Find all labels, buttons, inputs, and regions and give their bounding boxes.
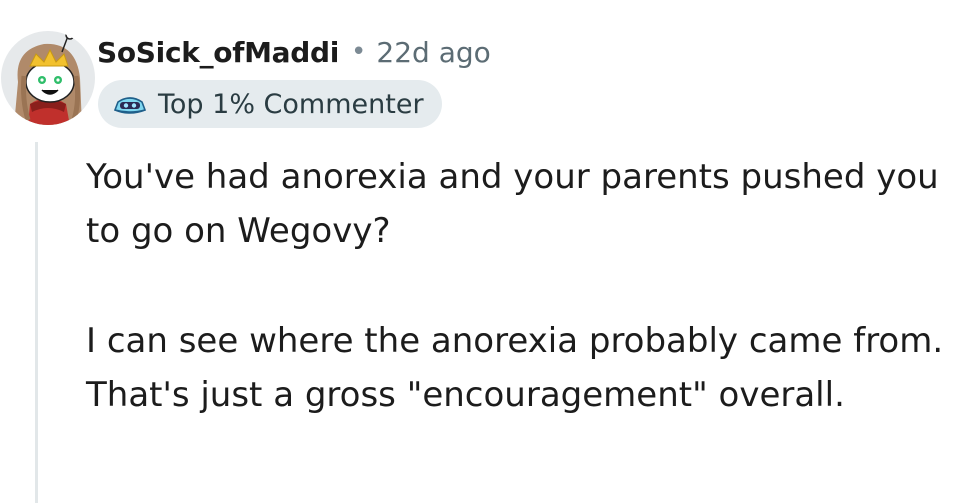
meta-separator: •	[351, 37, 367, 67]
comment: SoSick_ofMaddi • 22d ago Top 1% Commente…	[0, 0, 958, 503]
snoo-avatar-icon[interactable]	[0, 30, 96, 126]
comment-paragraph: You've had anorexia and your parents pus…	[86, 157, 939, 251]
comment-paragraph: I can see where the anorexia probably ca…	[86, 321, 944, 415]
flair-label: Top 1% Commenter	[158, 88, 424, 120]
comment-body: You've had anorexia and your parents pus…	[86, 150, 946, 422]
user-flair-badge[interactable]: Top 1% Commenter	[98, 80, 442, 128]
comment-header: SoSick_ofMaddi • 22d ago	[97, 30, 491, 74]
timestamp[interactable]: 22d ago	[376, 36, 490, 69]
thread-line[interactable]	[35, 142, 38, 503]
goggles-icon	[112, 90, 148, 118]
username-link[interactable]: SoSick_ofMaddi	[97, 36, 339, 69]
